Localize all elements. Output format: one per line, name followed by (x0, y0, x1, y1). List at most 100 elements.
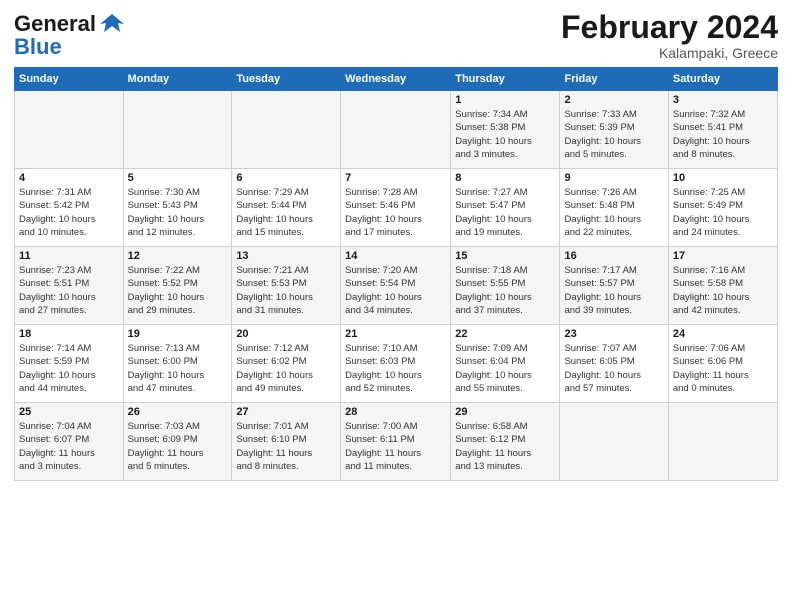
day-number: 15 (455, 250, 555, 262)
day-number: 17 (673, 250, 773, 262)
day-info: Sunrise: 7:28 AMSunset: 5:46 PMDaylight:… (345, 186, 446, 239)
day-info: Sunrise: 7:12 AMSunset: 6:02 PMDaylight:… (236, 342, 336, 395)
day-info: Sunrise: 7:06 AMSunset: 6:06 PMDaylight:… (673, 342, 773, 395)
day-info: Sunrise: 7:18 AMSunset: 5:55 PMDaylight:… (455, 264, 555, 317)
table-row (15, 91, 124, 169)
table-row (560, 403, 668, 481)
table-row: 28Sunrise: 7:00 AMSunset: 6:11 PMDayligh… (341, 403, 451, 481)
day-info: Sunrise: 7:01 AMSunset: 6:10 PMDaylight:… (236, 420, 336, 473)
table-row: 8Sunrise: 7:27 AMSunset: 5:47 PMDaylight… (451, 169, 560, 247)
day-number: 21 (345, 328, 446, 340)
day-info: Sunrise: 6:58 AMSunset: 6:12 PMDaylight:… (455, 420, 555, 473)
day-info: Sunrise: 7:00 AMSunset: 6:11 PMDaylight:… (345, 420, 446, 473)
table-row: 23 Sunrise: 7:07 AMSunset: 6:05 PMDayligh… (560, 325, 668, 403)
table-row: 26 Sunrise: 7:03 AMSunset: 6:09 PMDayligh… (123, 403, 232, 481)
table-row: 6Sunrise: 7:29 AMSunset: 5:44 PMDaylight… (232, 169, 341, 247)
table-row: 4 Sunrise: 7:31 AMSunset: 5:42 PMDaylight… (15, 169, 124, 247)
table-row (123, 91, 232, 169)
table-row (341, 91, 451, 169)
table-row: 16 Sunrise: 7:17 AMSunset: 5:57 PMDayligh… (560, 247, 668, 325)
col-friday: Friday (560, 68, 668, 91)
calendar-week-row: 18 Sunrise: 7:14 AMSunset: 5:59 PMDayligh… (15, 325, 778, 403)
calendar-table: Sunday Monday Tuesday Wednesday Thursday… (14, 67, 778, 481)
col-monday: Monday (123, 68, 232, 91)
day-info: Sunrise: 7:07 AMSunset: 6:05 PMDaylight:… (564, 342, 663, 395)
table-row: 11 Sunrise: 7:23 AMSunset: 5:51 PMDayligh… (15, 247, 124, 325)
day-info: Sunrise: 7:23 AMSunset: 5:51 PMDaylight:… (19, 264, 119, 317)
month-title: February 2024 (561, 10, 778, 45)
logo: General Blue (14, 10, 126, 60)
table-row: 10Sunrise: 7:25 AMSunset: 5:49 PMDayligh… (668, 169, 777, 247)
table-row: 14 Sunrise: 7:20 AMSunset: 5:54 PMDayligh… (341, 247, 451, 325)
calendar-week-row: 25 Sunrise: 7:04 AMSunset: 6:07 PMDayligh… (15, 403, 778, 481)
day-info: Sunrise: 7:33 AMSunset: 5:39 PMDaylight:… (564, 108, 663, 161)
table-row: 19 Sunrise: 7:13 AMSunset: 6:00 PMDayligh… (123, 325, 232, 403)
calendar-week-row: 4 Sunrise: 7:31 AMSunset: 5:42 PMDaylight… (15, 169, 778, 247)
day-number: 7 (345, 172, 446, 184)
table-row: 20 Sunrise: 7:12 AMSunset: 6:02 PMDayligh… (232, 325, 341, 403)
day-number: 12 (128, 250, 228, 262)
table-row (668, 403, 777, 481)
day-number: 8 (455, 172, 555, 184)
table-row: 27 Sunrise: 7:01 AMSunset: 6:10 PMDayligh… (232, 403, 341, 481)
day-number: 20 (236, 328, 336, 340)
day-number: 16 (564, 250, 663, 262)
table-row (232, 91, 341, 169)
day-info: Sunrise: 7:26 AMSunset: 5:48 PMDaylight:… (564, 186, 663, 239)
day-info: Sunrise: 7:30 AMSunset: 5:43 PMDaylight:… (128, 186, 228, 239)
table-row: 18 Sunrise: 7:14 AMSunset: 5:59 PMDayligh… (15, 325, 124, 403)
table-row: 9Sunrise: 7:26 AMSunset: 5:48 PMDaylight… (560, 169, 668, 247)
page-header: General Blue February 2024 Kalampaki, Gr… (14, 10, 778, 61)
day-number: 27 (236, 406, 336, 418)
table-row: 2Sunrise: 7:33 AMSunset: 5:39 PMDaylight… (560, 91, 668, 169)
day-info: Sunrise: 7:32 AMSunset: 5:41 PMDaylight:… (673, 108, 773, 161)
day-number: 4 (19, 172, 119, 184)
day-info: Sunrise: 7:03 AMSunset: 6:09 PMDaylight:… (128, 420, 228, 473)
day-number: 26 (128, 406, 228, 418)
table-row: 13 Sunrise: 7:21 AMSunset: 5:53 PMDayligh… (232, 247, 341, 325)
table-row: 5 Sunrise: 7:30 AMSunset: 5:43 PMDaylight… (123, 169, 232, 247)
day-info: Sunrise: 7:04 AMSunset: 6:07 PMDaylight:… (19, 420, 119, 473)
table-row: 21 Sunrise: 7:10 AMSunset: 6:03 PMDayligh… (341, 325, 451, 403)
day-number: 5 (128, 172, 228, 184)
day-info: Sunrise: 7:13 AMSunset: 6:00 PMDaylight:… (128, 342, 228, 395)
col-tuesday: Tuesday (232, 68, 341, 91)
day-number: 29 (455, 406, 555, 418)
day-info: Sunrise: 7:29 AMSunset: 5:44 PMDaylight:… (236, 186, 336, 239)
day-number: 23 (564, 328, 663, 340)
day-number: 14 (345, 250, 446, 262)
day-number: 24 (673, 328, 773, 340)
day-number: 11 (19, 250, 119, 262)
day-info: Sunrise: 7:14 AMSunset: 5:59 PMDaylight:… (19, 342, 119, 395)
day-info: Sunrise: 7:25 AMSunset: 5:49 PMDaylight:… (673, 186, 773, 239)
day-info: Sunrise: 7:10 AMSunset: 6:03 PMDaylight:… (345, 342, 446, 395)
calendar-week-row: 11 Sunrise: 7:23 AMSunset: 5:51 PMDayligh… (15, 247, 778, 325)
day-number: 13 (236, 250, 336, 262)
col-thursday: Thursday (451, 68, 560, 91)
day-info: Sunrise: 7:09 AMSunset: 6:04 PMDaylight:… (455, 342, 555, 395)
calendar-week-row: 1Sunrise: 7:34 AMSunset: 5:38 PMDaylight… (15, 91, 778, 169)
day-number: 3 (673, 94, 773, 106)
table-row: 7 Sunrise: 7:28 AMSunset: 5:46 PMDaylight… (341, 169, 451, 247)
day-info: Sunrise: 7:17 AMSunset: 5:57 PMDaylight:… (564, 264, 663, 317)
table-row: 12Sunrise: 7:22 AMSunset: 5:52 PMDayligh… (123, 247, 232, 325)
location-subtitle: Kalampaki, Greece (561, 45, 778, 61)
col-wednesday: Wednesday (341, 68, 451, 91)
calendar-header-row: Sunday Monday Tuesday Wednesday Thursday… (15, 68, 778, 91)
table-row: 1Sunrise: 7:34 AMSunset: 5:38 PMDaylight… (451, 91, 560, 169)
day-number: 19 (128, 328, 228, 340)
table-row: 15 Sunrise: 7:18 AMSunset: 5:55 PMDayligh… (451, 247, 560, 325)
logo-bird-icon (98, 10, 126, 38)
day-info: Sunrise: 7:20 AMSunset: 5:54 PMDaylight:… (345, 264, 446, 317)
day-number: 25 (19, 406, 119, 418)
table-row: 3 Sunrise: 7:32 AMSunset: 5:41 PMDaylight… (668, 91, 777, 169)
logo-blue: Blue (14, 34, 62, 60)
day-info: Sunrise: 7:31 AMSunset: 5:42 PMDaylight:… (19, 186, 119, 239)
day-info: Sunrise: 7:34 AMSunset: 5:38 PMDaylight:… (455, 108, 555, 161)
day-info: Sunrise: 7:21 AMSunset: 5:53 PMDaylight:… (236, 264, 336, 317)
day-number: 18 (19, 328, 119, 340)
table-row: 17Sunrise: 7:16 AMSunset: 5:58 PMDayligh… (668, 247, 777, 325)
col-saturday: Saturday (668, 68, 777, 91)
table-row: 29 Sunrise: 6:58 AMSunset: 6:12 PMDayligh… (451, 403, 560, 481)
col-sunday: Sunday (15, 68, 124, 91)
